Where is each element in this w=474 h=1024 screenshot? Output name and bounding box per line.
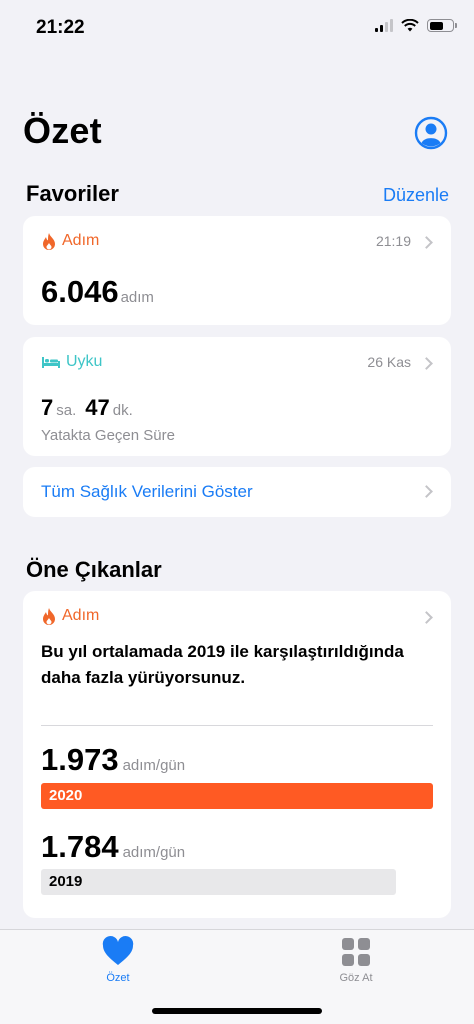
divider	[41, 725, 433, 726]
chevron-right-icon	[420, 357, 433, 370]
flame-icon	[43, 232, 55, 250]
tab-summary-label: Özet	[106, 972, 130, 984]
stat-2019-value: 1.784	[41, 829, 119, 864]
chevron-right-icon	[420, 485, 433, 498]
grid-icon	[342, 938, 370, 966]
tab-summary[interactable]: Özet	[68, 936, 168, 984]
steps-card-time: 21:19	[375, 233, 411, 249]
sleep-minutes-unit: dk.	[112, 402, 133, 419]
cellular-signal-icon	[375, 19, 393, 32]
highlight-card-label: Adım	[62, 607, 100, 624]
steps-card-label: Adım	[62, 232, 100, 249]
status-icons	[375, 19, 457, 32]
highlights-title: Öne Çıkanlar	[26, 557, 162, 582]
sleep-duration: 7 sa. 47 dk.	[41, 395, 139, 421]
sleep-caption: Yatakta Geçen Süre	[41, 427, 175, 444]
favorites-title: Favoriler	[26, 181, 119, 206]
profile-icon[interactable]	[414, 116, 448, 150]
steps-unit: adım	[120, 289, 154, 306]
wifi-icon	[401, 19, 419, 32]
sleep-card[interactable]: Uyku 26 Kas 7 sa. 47 dk. Yatakta Geçen S…	[23, 337, 451, 456]
bed-icon	[42, 356, 60, 368]
page-title: Özet	[23, 110, 102, 151]
stat-2020-value: 1.973	[41, 742, 119, 777]
tab-browse-label: Göz At	[339, 972, 373, 984]
sleep-card-header: Uyku	[42, 353, 102, 371]
steps-value: 6.046	[41, 274, 119, 309]
sleep-hours-unit: sa.	[56, 402, 77, 419]
battery-icon	[427, 19, 457, 32]
flame-icon	[43, 607, 55, 625]
stat-2020: 1.973 adım/gün	[41, 742, 185, 778]
stat-2020-unit: adım/gün	[122, 757, 186, 774]
chevron-right-icon	[420, 236, 433, 249]
sleep-card-date: 26 Kas	[367, 354, 411, 370]
home-indicator	[152, 1008, 322, 1014]
show-all-health-data-button[interactable]: Tüm Sağlık Verilerini Göster	[23, 467, 451, 517]
bar-2020: 2020	[41, 783, 433, 809]
highlight-text: Bu yıl ortalamada 2019 ile karşılaştırıl…	[41, 642, 404, 687]
tab-browse[interactable]: Göz At	[306, 936, 406, 984]
bar-2019: 2019	[41, 869, 396, 895]
steps-value-line: 6.046 adım	[41, 274, 154, 310]
steps-card-header: Adım	[42, 232, 99, 250]
sleep-hours: 7	[41, 395, 54, 420]
sleep-minutes: 47	[85, 395, 110, 420]
edit-button[interactable]: Düzenle	[383, 185, 449, 206]
highlight-card[interactable]: Adım Bu yıl ortalamada 2019 ile karşılaş…	[23, 591, 451, 918]
chevron-right-icon	[420, 611, 433, 624]
status-bar: 21:22	[0, 0, 474, 56]
stat-2019: 1.784 adım/gün	[41, 829, 185, 865]
status-time: 21:22	[36, 17, 85, 38]
steps-card[interactable]: Adım 21:19 6.046 adım	[23, 216, 451, 325]
stat-2019-unit: adım/gün	[122, 844, 186, 861]
highlight-card-header: Adım	[42, 607, 99, 625]
heart-icon	[102, 936, 134, 965]
sleep-card-label: Uyku	[66, 353, 103, 370]
show-all-health-data-label: Tüm Sağlık Verilerini Göster	[41, 482, 253, 501]
